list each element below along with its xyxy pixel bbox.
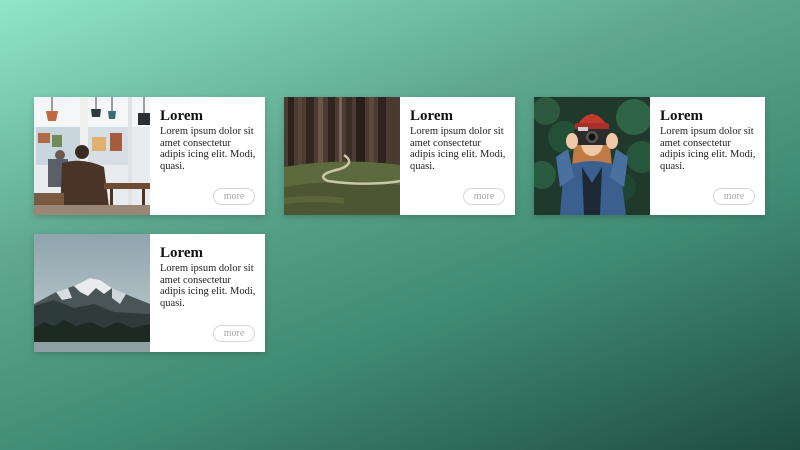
- card: Lorem Lorem ipsum dolor sit amet consect…: [534, 97, 765, 215]
- cafe-photo-image: [34, 97, 150, 215]
- card-title: Lorem: [160, 108, 204, 124]
- cafe-photo: [34, 97, 150, 215]
- card: Lorem Lorem ipsum dolor sit amet consect…: [34, 97, 265, 215]
- card: Lorem Lorem ipsum dolor sit amet consect…: [34, 234, 265, 352]
- card-text: Lorem ipsum dolor sit amet consectetur a…: [660, 126, 756, 172]
- card-text: Lorem ipsum dolor sit amet consectetur a…: [160, 263, 256, 309]
- photographer-photo-image: [534, 97, 650, 215]
- photographer-photo: [534, 97, 650, 215]
- more-button[interactable]: more: [713, 188, 755, 205]
- more-button[interactable]: more: [213, 188, 255, 205]
- card-body: Lorem Lorem ipsum dolor sit amet consect…: [400, 97, 515, 215]
- card-title: Lorem: [660, 108, 704, 124]
- mountain-photo-image: [34, 234, 150, 352]
- forest-path-photo-image: [284, 97, 400, 215]
- mountain-photo: [34, 234, 150, 352]
- card: Lorem Lorem ipsum dolor sit amet consect…: [284, 97, 515, 215]
- card-body: Lorem Lorem ipsum dolor sit amet consect…: [650, 97, 765, 215]
- more-button[interactable]: more: [213, 325, 255, 342]
- card-title: Lorem: [410, 108, 454, 124]
- card-body: Lorem Lorem ipsum dolor sit amet consect…: [150, 234, 265, 352]
- forest-path-photo: [284, 97, 400, 215]
- card-text: Lorem ipsum dolor sit amet consectetur a…: [410, 126, 506, 172]
- card-title: Lorem: [160, 245, 204, 261]
- more-button[interactable]: more: [463, 188, 505, 205]
- card-body: Lorem Lorem ipsum dolor sit amet consect…: [150, 97, 265, 215]
- card-text: Lorem ipsum dolor sit amet consectetur a…: [160, 126, 256, 172]
